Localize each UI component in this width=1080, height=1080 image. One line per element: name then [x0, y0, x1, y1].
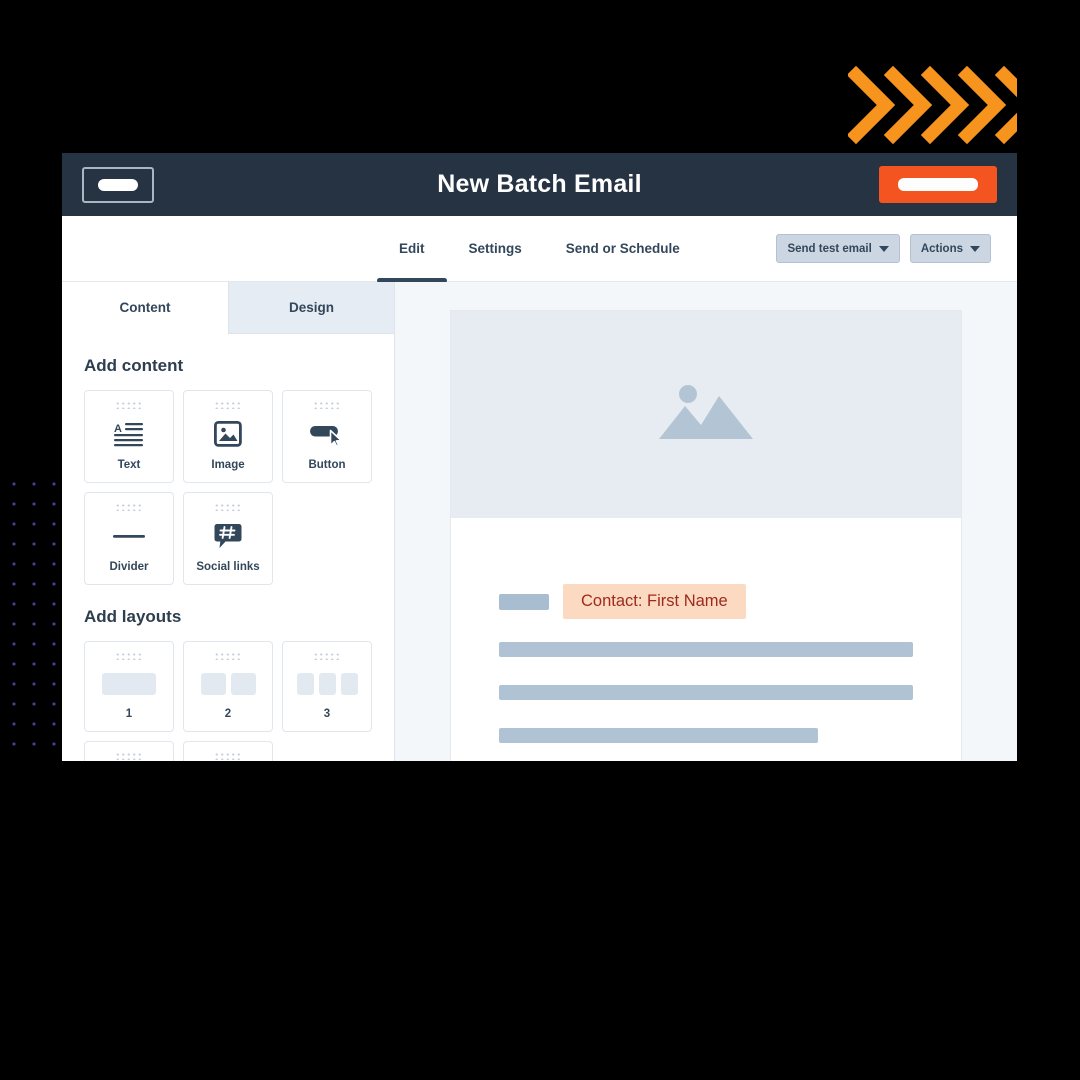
artwork-right-mask [1017, 0, 1080, 1080]
add-content-card-grid: A Text Image Button Divider Social links [84, 390, 372, 585]
email-canvas[interactable]: Contact: First Name [450, 310, 962, 761]
logo-button[interactable] [82, 166, 154, 203]
add-layouts-card-grid: 1 2 3 [84, 641, 372, 761]
tab-send-or-schedule-label: Send or Schedule [565, 241, 680, 256]
layout-card-3-label: 3 [323, 708, 331, 720]
app-header-bar: New Batch Email [62, 153, 1017, 216]
image-placeholder-icon [657, 381, 755, 448]
hashtag-bubble-icon [184, 511, 272, 561]
layout-card-2-label: 2 [224, 708, 232, 720]
layout-card-3-column[interactable]: 3 [282, 641, 372, 732]
artwork-bottom-mask [0, 761, 1080, 1080]
email-body-content: Contact: First Name [451, 518, 961, 761]
drag-handle-icon[interactable] [214, 503, 242, 511]
nav-tab-list: Edit Settings Send or Schedule [377, 216, 702, 283]
page-title: New Batch Email [437, 170, 642, 198]
sidebar-tab-content[interactable]: Content [62, 282, 228, 334]
image-icon [184, 409, 272, 459]
decorative-dot-grid-bottom [0, 758, 414, 916]
tab-send-or-schedule[interactable]: Send or Schedule [544, 216, 702, 281]
layout-column-box [340, 673, 358, 695]
drag-handle-icon[interactable] [214, 401, 242, 409]
module-card-text[interactable]: A Text [84, 390, 174, 483]
decorative-dot-grid-left [0, 470, 58, 915]
personalization-token[interactable]: Contact: First Name [563, 584, 746, 619]
layout-card-5-partial[interactable] [183, 741, 273, 761]
content-sidebar: Content Design Add content A Text Image … [62, 282, 395, 761]
drag-handle-icon[interactable] [313, 401, 341, 409]
chevron-down-icon [878, 245, 889, 252]
send-test-email-label: Send test email [787, 242, 872, 255]
layout-preview-1-column [85, 660, 173, 708]
module-card-social-links-label: Social links [196, 561, 260, 573]
email-greeting-row: Contact: First Name [499, 584, 913, 619]
layout-preview-partial [184, 760, 272, 761]
layout-card-2-column[interactable]: 2 [183, 641, 273, 732]
text-align-icon: A [85, 409, 173, 459]
actions-button[interactable]: Actions [909, 234, 991, 263]
sidebar-tab-list: Content Design [62, 282, 394, 334]
layout-column-box [102, 673, 156, 695]
section-title-add-layouts: Add layouts [84, 607, 182, 626]
divider-line-icon [85, 511, 173, 561]
sidebar-tab-design-label: Design [288, 300, 334, 315]
screenshot-stage: New Batch Email Edit Settings Send or Sc… [0, 0, 1080, 1080]
actions-label: Actions [920, 242, 963, 255]
layout-card-1-label: 1 [125, 708, 133, 720]
module-card-divider-label: Divider [109, 561, 149, 573]
app-window: New Batch Email Edit Settings Send or Sc… [62, 153, 1017, 761]
layout-preview-partial [85, 760, 173, 761]
layout-column-box [296, 673, 314, 695]
layout-column-box [318, 673, 336, 695]
drag-handle-icon[interactable] [115, 503, 143, 511]
logo-placeholder-pill [98, 178, 138, 191]
button-cursor-icon [283, 409, 371, 459]
layout-card-4-partial[interactable] [84, 741, 174, 761]
drag-handle-icon[interactable] [214, 652, 242, 660]
svg-text:A: A [114, 423, 122, 435]
module-card-text-label: Text [117, 459, 141, 471]
tab-settings[interactable]: Settings [447, 216, 544, 281]
nav-action-buttons: Send test email Actions [776, 234, 991, 263]
tab-edit[interactable]: Edit [377, 216, 447, 283]
drag-handle-icon[interactable] [115, 652, 143, 660]
primary-action-label-placeholder [898, 178, 978, 191]
module-card-image[interactable]: Image [183, 390, 273, 483]
body-text-placeholder-bar [499, 728, 818, 743]
layout-preview-3-column [283, 660, 371, 708]
greeting-placeholder-bar [499, 593, 549, 610]
body-text-placeholder-bar [499, 642, 913, 657]
sidebar-tab-design[interactable]: Design [228, 282, 394, 334]
drag-handle-icon[interactable] [214, 752, 242, 760]
module-card-image-label: Image [211, 459, 245, 471]
body-text-placeholder-bar [499, 685, 913, 700]
module-card-divider[interactable]: Divider [84, 492, 174, 585]
chevron-down-icon [970, 245, 980, 252]
send-test-email-button[interactable]: Send test email [776, 234, 900, 263]
module-card-social-links[interactable]: Social links [183, 492, 273, 585]
layout-card-1-column[interactable]: 1 [84, 641, 174, 732]
drag-handle-icon[interactable] [115, 401, 143, 409]
sidebar-tab-content-label: Content [119, 300, 171, 315]
section-title-add-content: Add content [84, 356, 184, 375]
app-nav-bar: Edit Settings Send or Schedule Send test… [62, 216, 1017, 283]
module-card-button[interactable]: Button [282, 390, 372, 483]
decorative-chevron-arrows [846, 65, 1054, 145]
layout-column-box [230, 673, 256, 695]
drag-handle-icon[interactable] [313, 652, 341, 660]
module-card-button-label: Button [308, 459, 346, 471]
email-hero-image-module[interactable] [451, 311, 961, 518]
layout-preview-2-column [184, 660, 272, 708]
tab-edit-label: Edit [399, 241, 425, 256]
email-preview-pane[interactable]: Contact: First Name [395, 282, 1017, 761]
primary-action-button[interactable] [879, 166, 997, 203]
tab-settings-label: Settings [468, 241, 522, 256]
app-body: Content Design Add content A Text Image … [62, 282, 1017, 761]
layout-column-box [200, 673, 226, 695]
drag-handle-icon[interactable] [115, 752, 143, 760]
sidebar-scroll-area[interactable]: Add content A Text Image Button Divider … [62, 356, 394, 761]
